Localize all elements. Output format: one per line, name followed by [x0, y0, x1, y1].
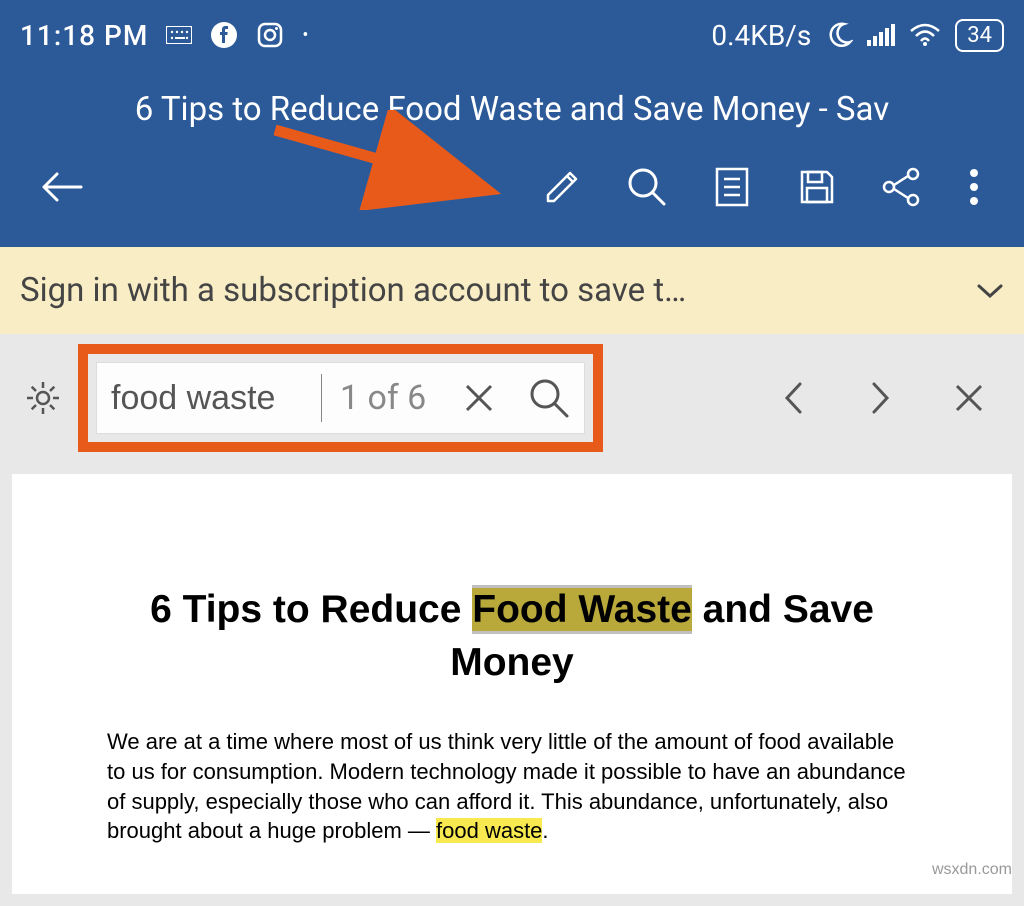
body-part2: .	[542, 818, 548, 843]
data-rate: 0.4KB/s	[711, 19, 811, 52]
keyboard-icon	[166, 26, 192, 44]
status-left: 11:18 PM •	[20, 19, 308, 52]
search-input[interactable]	[97, 374, 322, 422]
article-body: We are at a time where most of us think …	[107, 727, 917, 846]
document-page: 6 Tips to Reduce Food Waste and Save Mon…	[12, 474, 1012, 894]
dot-icon: •	[302, 25, 308, 46]
status-time: 11:18 PM	[20, 19, 148, 52]
document-title-bar: 6 Tips to Reduce Food Waste and Save Mon…	[0, 70, 1024, 157]
instagram-icon	[256, 21, 284, 49]
next-result-button[interactable]	[841, 368, 921, 428]
status-bar: 11:18 PM • 0.4KB/s 34	[0, 0, 1024, 70]
heading-highlight: Food Waste	[472, 588, 692, 631]
search-settings-button[interactable]	[15, 371, 70, 426]
heading-part1: 6 Tips to Reduce	[150, 588, 472, 631]
status-right: 0.4KB/s 34	[711, 19, 1004, 52]
watermark: wsxdn.com	[932, 861, 1012, 879]
back-button[interactable]	[25, 157, 100, 217]
chevron-down-icon	[976, 283, 1004, 299]
wifi-icon	[909, 23, 941, 47]
more-button[interactable]	[949, 157, 999, 217]
battery-level: 34	[967, 23, 992, 48]
prev-result-button[interactable]	[753, 368, 833, 428]
clear-search-button[interactable]	[444, 363, 514, 433]
article-heading: 6 Tips to Reduce Food Waste and Save Mon…	[107, 584, 917, 689]
search-box-highlight: 1 of 6	[78, 344, 603, 452]
search-result-count: 1 of 6	[322, 378, 444, 418]
toolbar	[0, 157, 1024, 247]
edit-button[interactable]	[524, 157, 599, 217]
search-box: 1 of 6	[96, 362, 585, 434]
signin-banner[interactable]: Sign in with a subscription account to s…	[0, 247, 1024, 334]
search-go-button[interactable]	[514, 363, 584, 433]
search-button[interactable]	[609, 157, 684, 217]
outline-button[interactable]	[694, 157, 769, 217]
close-search-button[interactable]	[929, 368, 1009, 428]
document-viewport[interactable]: 6 Tips to Reduce Food Waste and Save Mon…	[0, 462, 1024, 906]
save-button[interactable]	[779, 157, 854, 217]
document-title: 6 Tips to Reduce Food Waste and Save Mon…	[135, 90, 889, 129]
facebook-icon	[210, 21, 238, 49]
banner-text: Sign in with a subscription account to s…	[20, 271, 686, 310]
signal-icon	[867, 24, 895, 46]
battery-indicator: 34	[955, 19, 1004, 52]
share-button[interactable]	[864, 157, 939, 217]
body-highlight: food waste	[436, 818, 542, 843]
moon-icon	[825, 21, 853, 49]
find-bar: 1 of 6	[0, 334, 1024, 462]
